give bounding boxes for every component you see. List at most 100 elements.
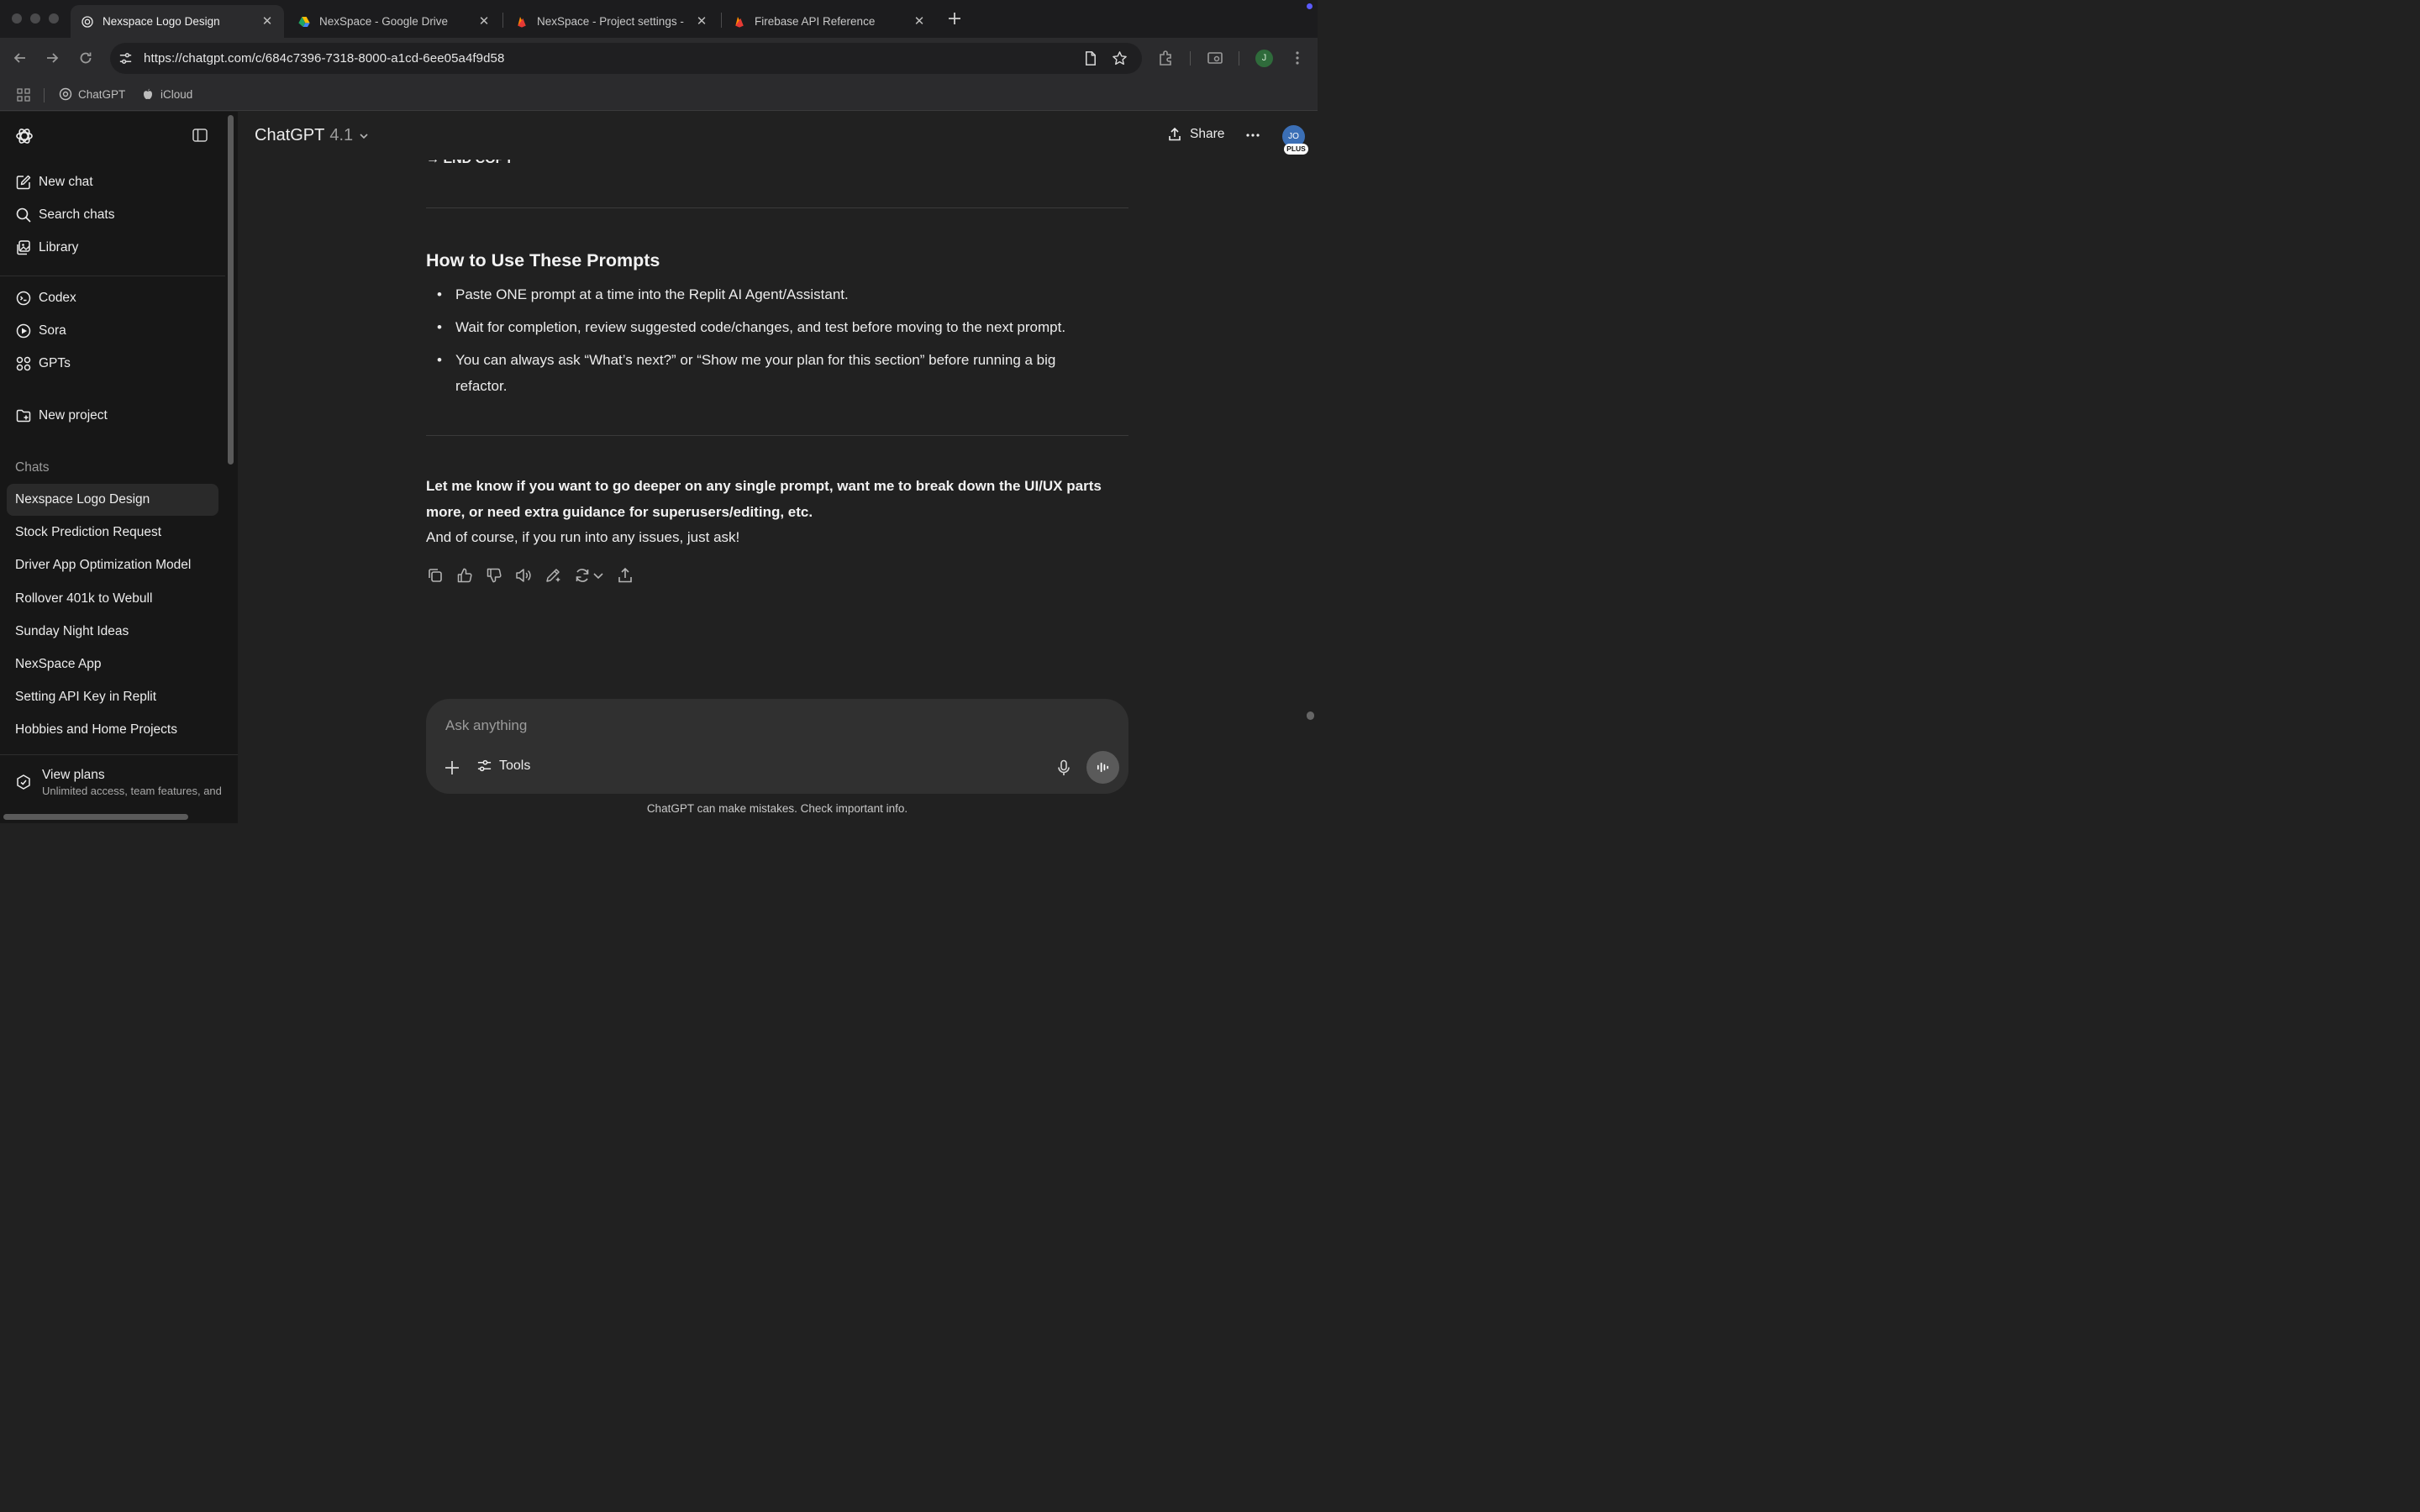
sidebar-item-gpts[interactable]: GPTs bbox=[7, 348, 218, 380]
chat-title: Hobbies and Home Projects bbox=[15, 722, 177, 738]
chatgpt-icon bbox=[59, 87, 72, 101]
close-icon[interactable]: ✕ bbox=[477, 14, 491, 29]
browser-tab[interactable]: Firebase API Reference ✕ bbox=[723, 5, 936, 38]
search-chats-button[interactable]: Search chats bbox=[7, 199, 218, 231]
regenerate-icon[interactable] bbox=[573, 566, 592, 585]
chat-list-item[interactable]: Driver App Optimization Model bbox=[7, 549, 218, 581]
thumbs-down-icon[interactable] bbox=[485, 566, 503, 585]
sidebar-item-label: New chat bbox=[39, 175, 93, 189]
sidebar-scrollbar[interactable] bbox=[228, 115, 234, 465]
sidebar-item-label: GPTs bbox=[39, 356, 71, 370]
back-arrow-icon[interactable] bbox=[12, 50, 29, 66]
sidebar-toggle-icon[interactable] bbox=[192, 127, 208, 144]
profile-avatar[interactable]: J bbox=[1255, 50, 1273, 67]
microphone-icon[interactable] bbox=[1055, 759, 1073, 777]
copy-icon[interactable] bbox=[426, 566, 445, 585]
extensions-icon[interactable] bbox=[1157, 50, 1174, 66]
tab-search-icon[interactable] bbox=[1207, 50, 1223, 66]
chat-list-item[interactable]: Setting API Key in Replit bbox=[7, 681, 218, 713]
chat-title: Rollover 401k to Webull bbox=[15, 591, 153, 606]
site-settings-icon[interactable] bbox=[118, 50, 134, 66]
chat-list-item[interactable]: Nexspace Logo Design bbox=[7, 484, 218, 516]
browser-tab[interactable]: Nexspace Logo Design ✕ bbox=[71, 5, 284, 38]
chevron-down-icon[interactable] bbox=[592, 566, 604, 585]
google-drive-icon bbox=[298, 16, 310, 27]
chat-main: ChatGPT 4.1 Share JO PLUS → END COPY How… bbox=[238, 112, 1318, 823]
more-horizontal-icon[interactable] bbox=[1244, 127, 1261, 144]
sidebar-item-label: Search chats bbox=[39, 207, 115, 222]
bookmarks-bar: ChatGPT iCloud bbox=[0, 79, 1318, 111]
apps-grid-icon[interactable] bbox=[17, 88, 30, 102]
window-close-button[interactable] bbox=[12, 13, 22, 24]
sidebar-item-sora[interactable]: Sora bbox=[7, 315, 218, 347]
close-icon[interactable]: ✕ bbox=[913, 14, 926, 29]
window-minimize-button[interactable] bbox=[30, 13, 40, 24]
apple-icon bbox=[144, 88, 152, 99]
plan-badge: PLUS bbox=[1284, 144, 1308, 155]
chat-list-item[interactable]: Rollover 401k to Webull bbox=[7, 583, 218, 615]
closing-bold-paragraph: Let me know if you want to go deeper on … bbox=[426, 478, 1102, 520]
share-icon[interactable] bbox=[616, 566, 634, 585]
url-text: https://chatgpt.com/c/684c7396-7318-8000… bbox=[144, 51, 505, 66]
browser-tab[interactable]: NexSpace - Project settings - ✕ bbox=[505, 5, 718, 38]
library-button[interactable]: Library bbox=[7, 232, 218, 264]
sidebar-item-label: Sora bbox=[39, 323, 66, 338]
voice-waveform-icon bbox=[1097, 762, 1109, 773]
bookmark-icloud[interactable]: iCloud bbox=[141, 87, 192, 101]
chat-title: Stock Prediction Request bbox=[15, 525, 162, 540]
close-icon[interactable]: ✕ bbox=[260, 14, 274, 29]
sidebar-item-label: Codex bbox=[39, 291, 76, 305]
new-project-button[interactable]: New project bbox=[7, 400, 218, 432]
divider bbox=[426, 435, 1128, 436]
tools-button[interactable]: Tools bbox=[476, 758, 530, 774]
notification-dot bbox=[1307, 3, 1313, 9]
voice-mode-button[interactable] bbox=[1086, 751, 1119, 784]
new-tab-icon[interactable] bbox=[946, 10, 963, 27]
bookmark-star-icon[interactable] bbox=[1112, 50, 1128, 66]
reload-icon[interactable] bbox=[77, 50, 94, 66]
view-plans-button[interactable]: View plans Unlimited access, team featur… bbox=[0, 754, 238, 805]
thumbs-up-icon[interactable] bbox=[455, 566, 474, 585]
window-zoom-button[interactable] bbox=[49, 13, 59, 24]
list-item: Wait for completion, review suggested co… bbox=[437, 315, 1119, 341]
chevron-down-icon bbox=[360, 133, 368, 139]
forward-arrow-icon[interactable] bbox=[44, 50, 60, 66]
tab-title: NexSpace - Google Drive bbox=[319, 15, 449, 28]
new-chat-button[interactable]: New chat bbox=[7, 166, 218, 198]
horizontal-scrollbar[interactable] bbox=[3, 814, 188, 820]
firebase-icon bbox=[735, 16, 744, 28]
bookmark-chatgpt[interactable]: ChatGPT bbox=[59, 87, 125, 101]
close-icon[interactable]: ✕ bbox=[695, 14, 708, 29]
edit-canvas-icon[interactable] bbox=[544, 566, 562, 585]
read-aloud-icon[interactable] bbox=[514, 566, 533, 585]
sidebar-item-label: Library bbox=[39, 240, 79, 255]
chat-list-item[interactable]: Stock Prediction Request bbox=[7, 517, 218, 549]
chat-list-item[interactable]: Hobbies and Home Projects bbox=[7, 714, 218, 746]
sidebar: New chat Search chats Library Codex Sora… bbox=[0, 112, 238, 823]
share-button[interactable]: Share bbox=[1167, 127, 1224, 142]
chat-list-item[interactable]: NexSpace App bbox=[7, 648, 218, 680]
upgrade-icon bbox=[17, 774, 30, 790]
browser-tab[interactable]: NexSpace - Google Drive ✕ bbox=[287, 5, 501, 38]
bookmark-label: ChatGPT bbox=[78, 87, 126, 101]
chat-list-item[interactable]: Sunday Night Ideas bbox=[7, 616, 218, 648]
disclaimer-text: ChatGPT can make mistakes. Check importa… bbox=[646, 802, 908, 815]
tools-label: Tools bbox=[499, 758, 531, 773]
address-bar[interactable]: https://chatgpt.com/c/684c7396-7318-8000… bbox=[110, 43, 1142, 74]
gpts-icon bbox=[16, 356, 31, 371]
view-plans-subtitle: Unlimited access, team features, and mor… bbox=[42, 785, 225, 797]
more-vertical-icon[interactable] bbox=[1289, 50, 1306, 66]
plus-icon[interactable] bbox=[443, 759, 461, 777]
closing-paragraph: And of course, if you run into any issue… bbox=[426, 529, 740, 545]
message-composer[interactable]: Ask anything Tools bbox=[426, 699, 1128, 794]
library-icon bbox=[17, 240, 30, 255]
main-scrollbar[interactable] bbox=[1307, 711, 1314, 720]
composer-input[interactable]: Ask anything bbox=[445, 717, 527, 734]
sidebar-item-codex[interactable]: Codex bbox=[7, 282, 218, 314]
openai-logo-icon[interactable] bbox=[14, 126, 34, 146]
model-selector[interactable]: ChatGPT 4.1 bbox=[255, 126, 370, 145]
toolbar-divider bbox=[1190, 51, 1191, 66]
view-plans-title: View plans bbox=[42, 768, 105, 782]
new-folder-icon bbox=[16, 409, 31, 423]
page-icon[interactable] bbox=[1082, 50, 1098, 66]
